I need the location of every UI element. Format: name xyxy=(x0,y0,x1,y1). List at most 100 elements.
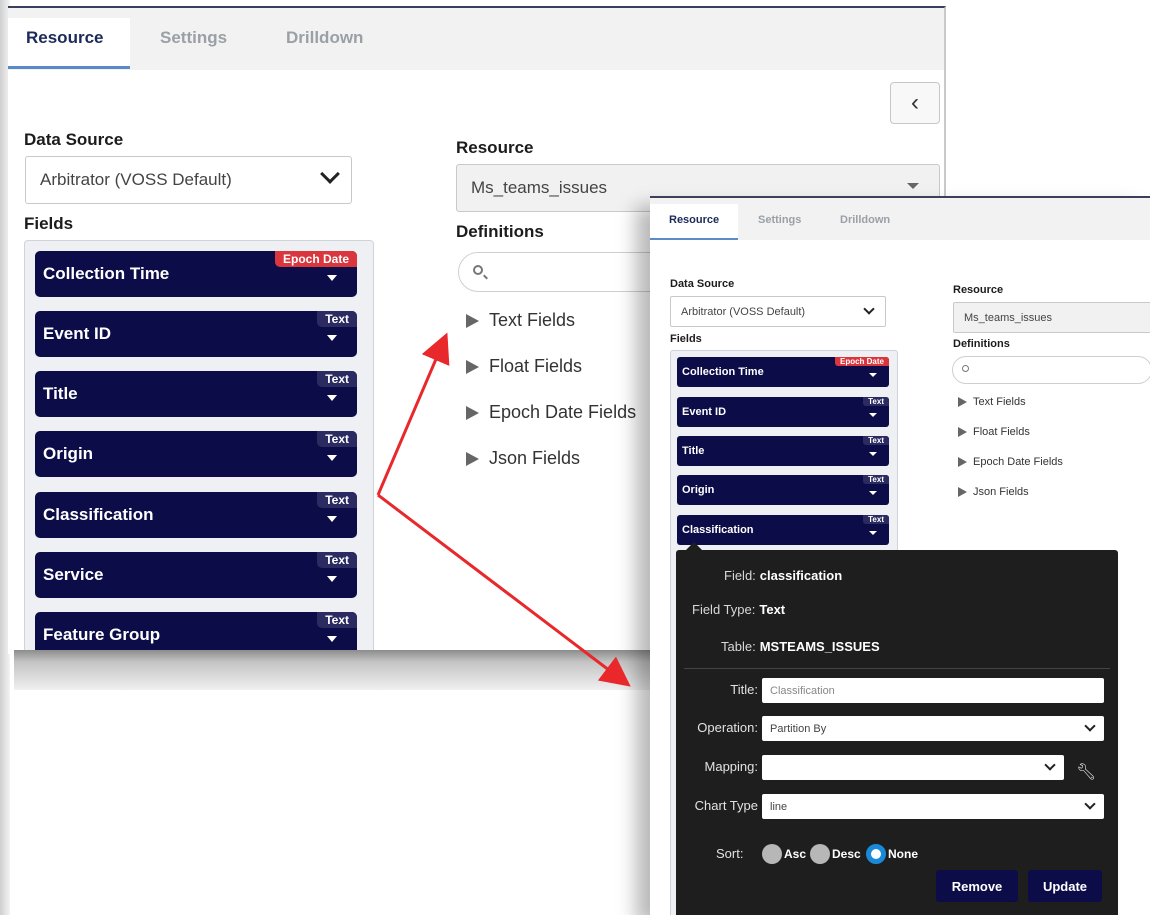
field-type-badge: Text xyxy=(317,492,357,508)
field-chip[interactable]: Title Text xyxy=(677,436,889,466)
active-tab-indicator xyxy=(650,238,738,240)
field-name: Collection Time xyxy=(43,264,170,283)
tab-drilldown[interactable]: Drilldown xyxy=(286,28,363,48)
field-chip[interactable]: Service Text xyxy=(35,552,357,598)
caret-down-icon[interactable] xyxy=(327,576,337,582)
field-chip[interactable]: Classification Text xyxy=(677,515,889,545)
data-source-select[interactable]: Arbitrator (VOSS Default) xyxy=(670,296,886,327)
chevron-down-icon xyxy=(1084,720,1096,732)
caret-right-icon xyxy=(466,405,479,420)
field-name: Title xyxy=(682,445,705,457)
definition-group[interactable]: Epoch Date Fields xyxy=(466,402,636,423)
field-chip[interactable]: Event ID Text xyxy=(677,397,889,427)
field-chip[interactable]: Feature Group Text xyxy=(35,612,357,654)
field-chip[interactable]: Event ID Text xyxy=(35,311,357,357)
definition-label: Json Fields xyxy=(973,486,1029,498)
field-name: Collection Time xyxy=(682,366,764,378)
caret-down-icon[interactable] xyxy=(327,636,337,642)
field-type-badge: Epoch Date xyxy=(834,357,889,366)
operation-label: Operation: xyxy=(697,720,758,735)
operation-value: Partition By xyxy=(770,722,827,735)
sort-label: Sort: xyxy=(716,846,744,861)
definitions-label: Definitions xyxy=(953,338,1010,350)
field-name: Classification xyxy=(682,524,754,536)
definition-group[interactable]: Float Fields xyxy=(958,426,1030,438)
chevron-down-icon xyxy=(1084,798,1096,810)
caret-down-icon[interactable] xyxy=(327,275,337,281)
tab-resource[interactable]: Resource xyxy=(669,214,719,226)
chart-type-select[interactable]: line xyxy=(762,794,1104,819)
caret-down-icon[interactable] xyxy=(869,373,877,377)
mapping-select[interactable] xyxy=(762,755,1064,780)
field-chip[interactable]: Collection Time Epoch Date xyxy=(35,251,357,297)
field-type-badge: Text xyxy=(317,431,357,447)
field-type-badge: Epoch Date xyxy=(274,251,357,267)
remove-button[interactable]: Remove xyxy=(936,870,1018,902)
field-chip[interactable]: Title Text xyxy=(35,371,357,417)
field-chip[interactable]: Origin Text xyxy=(35,431,357,477)
definition-group[interactable]: Float Fields xyxy=(466,356,582,377)
field-name: Origin xyxy=(682,484,715,496)
data-source-label: Data Source xyxy=(670,278,735,290)
field-chip[interactable]: Collection Time Epoch Date xyxy=(677,357,889,387)
radio-label: None xyxy=(888,847,918,861)
sort-asc-radio[interactable]: Asc xyxy=(762,844,806,864)
wrench-icon[interactable]: 🔧︎ xyxy=(1076,762,1096,782)
collapse-button[interactable]: ‹ xyxy=(890,82,940,124)
resource-select[interactable]: Ms_teams_issues xyxy=(953,302,1150,333)
update-button[interactable]: Update xyxy=(1028,870,1102,902)
field-type-row: Field Type: Text xyxy=(692,602,785,617)
mapping-label: Mapping: xyxy=(704,759,758,774)
definition-group[interactable]: Text Fields xyxy=(958,396,1026,408)
fields-list: Collection Time Epoch Date Event ID Text… xyxy=(24,240,374,654)
tab-resource[interactable]: Resource xyxy=(26,28,103,48)
caret-down-icon[interactable] xyxy=(327,455,337,461)
title-placeholder: Classification xyxy=(770,684,835,697)
definition-label: Epoch Date Fields xyxy=(973,456,1063,468)
definition-group[interactable]: Text Fields xyxy=(466,310,575,331)
tab-settings[interactable]: Settings xyxy=(758,214,801,226)
field-name: Classification xyxy=(43,505,154,524)
definition-label: Epoch Date Fields xyxy=(489,402,637,422)
resource-value: Ms_teams_issues xyxy=(964,311,1053,324)
title-input[interactable]: Classification xyxy=(762,678,1104,703)
definition-label: Float Fields xyxy=(489,356,583,376)
field-chip[interactable]: Origin Text xyxy=(677,475,889,505)
definition-label: Json Fields xyxy=(489,448,581,468)
definitions-search-input[interactable] xyxy=(952,356,1150,384)
caret-down-icon[interactable] xyxy=(327,335,337,341)
field-name: Feature Group xyxy=(43,625,161,644)
definition-group[interactable]: Json Fields xyxy=(466,448,580,469)
active-tab-indicator xyxy=(8,66,130,69)
caret-down-icon[interactable] xyxy=(869,413,877,417)
field-chip[interactable]: Classification Text xyxy=(35,492,357,538)
caret-right-icon xyxy=(958,427,967,437)
search-icon xyxy=(962,365,969,372)
chart-type-value: line xyxy=(770,800,788,813)
caret-right-icon xyxy=(958,457,967,467)
resource-value: Ms_teams_issues xyxy=(471,178,608,197)
sort-none-radio[interactable]: None xyxy=(866,844,918,864)
caret-down-icon[interactable] xyxy=(869,452,877,456)
caret-down-icon[interactable] xyxy=(327,516,337,522)
caret-right-icon xyxy=(466,359,479,374)
definition-group[interactable]: Epoch Date Fields xyxy=(958,456,1063,468)
caret-down-icon[interactable] xyxy=(869,531,877,535)
front-editor-panel: Resource Settings Drilldown Data Source … xyxy=(650,196,1150,915)
operation-select[interactable]: Partition By xyxy=(762,716,1104,741)
caret-down-icon[interactable] xyxy=(869,491,877,495)
caret-down-icon[interactable] xyxy=(327,395,337,401)
tab-settings[interactable]: Settings xyxy=(160,28,227,48)
chevron-down-icon xyxy=(1044,759,1056,771)
sort-desc-radio[interactable]: Desc xyxy=(810,844,861,864)
field-type-badge: Text xyxy=(863,475,889,484)
tab-drilldown[interactable]: Drilldown xyxy=(840,214,890,226)
caret-right-icon xyxy=(958,397,967,407)
field-type-badge: Text xyxy=(863,436,889,445)
field-type-badge: Text xyxy=(317,371,357,387)
data-source-select[interactable]: Arbitrator (VOSS Default) xyxy=(25,156,352,204)
definition-label: Float Fields xyxy=(973,426,1030,438)
radio-label: Desc xyxy=(832,847,861,861)
definition-group[interactable]: Json Fields xyxy=(958,486,1029,498)
field-name: Event ID xyxy=(682,406,727,418)
